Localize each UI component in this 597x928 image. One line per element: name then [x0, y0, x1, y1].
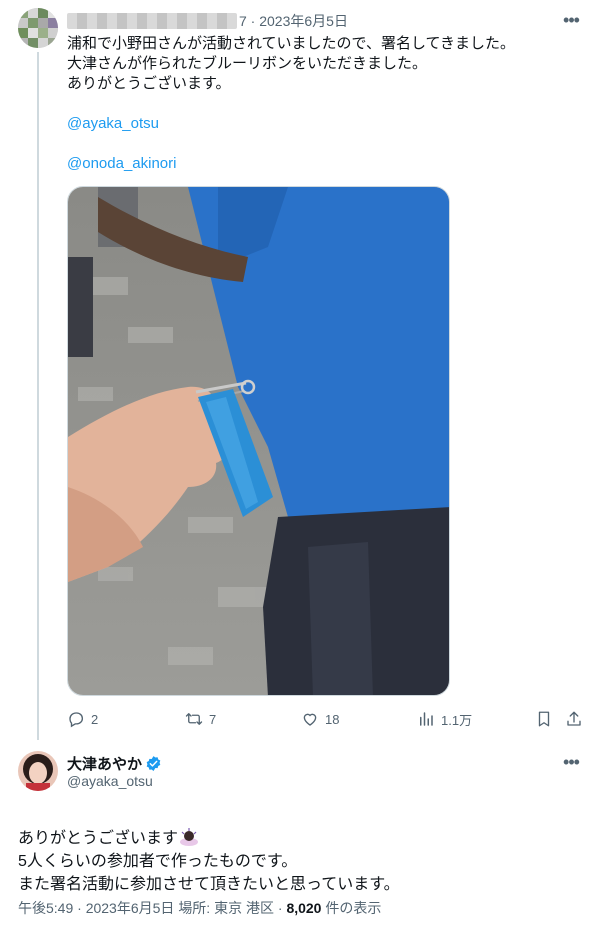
action-bar: 2 7 18 1.1万 [67, 709, 587, 729]
retweet-icon [185, 713, 203, 725]
bookmark-button[interactable] [535, 709, 559, 729]
heart-icon [303, 713, 317, 726]
like-count: 18 [325, 711, 340, 727]
tweet-meta: 7 · 2023年6月5日 [67, 11, 348, 31]
display-name-text: 大津あやか [67, 756, 143, 773]
quoted-tweet: 7 · 2023年6月5日 ••• 浦和で小野田さんが活動されていましたので、署… [0, 0, 597, 740]
bookmark-icon [538, 711, 550, 727]
retweet-button[interactable]: 7 [185, 709, 216, 729]
reply-icon [69, 712, 84, 728]
avatar[interactable] [18, 8, 58, 48]
like-button[interactable]: 18 [301, 709, 339, 729]
main-tweet: 大津あやか @ayaka_otsu ••• ありがとうございます 5人くらいの参… [0, 740, 597, 928]
tweet-date[interactable]: 7 · 2023年6月5日 [239, 11, 348, 31]
more-icon[interactable]: ••• [561, 752, 581, 772]
bowing-person-emoji-icon [180, 828, 199, 846]
analytics-icon [420, 712, 433, 726]
retweet-count: 7 [209, 711, 217, 727]
reply-button[interactable]: 2 [67, 709, 98, 729]
blue-ribbon-photo-icon [68, 187, 449, 695]
tweet-location[interactable]: 場所: 東京 港区 [178, 900, 274, 916]
tweet-text-rest: 5人くらいの参加者で作ったものです。 また署名活動に参加させて頂きたいと思ってい… [18, 853, 400, 893]
avatar[interactable] [18, 751, 58, 791]
mention-link-1[interactable]: @ayaka_otsu [67, 114, 159, 134]
mention-link-2[interactable]: @onoda_akinori [67, 154, 176, 174]
handle[interactable]: @ayaka_otsu [67, 773, 153, 789]
tweet-text: 浦和で小野田さんが活動されていましたので、署名してきました。 大津さんが作られた… [67, 35, 516, 92]
share-button[interactable] [565, 709, 589, 729]
display-name[interactable]: 大津あやか [67, 753, 162, 774]
tweet-date[interactable]: 2023年6月5日 [86, 900, 175, 916]
tweet-footer: 午後5:49 · 2023年6月5日 場所: 東京 港区 · 8,020 件の表… [18, 900, 382, 916]
more-icon[interactable]: ••• [561, 10, 581, 30]
censored-name [67, 13, 237, 29]
views-label: 件の表示 [325, 900, 382, 916]
tweet-time[interactable]: 午後5:49 [18, 900, 73, 916]
views-count: 8,020 [286, 900, 322, 916]
tweet-text-line1: ありがとうございます [18, 830, 179, 847]
reply-count: 2 [91, 711, 99, 727]
verified-badge-icon [146, 756, 161, 771]
views-count: 1.1万 [441, 712, 473, 728]
views-button[interactable]: 1.1万 [417, 709, 472, 729]
tweet-photo[interactable] [67, 186, 450, 696]
share-icon [567, 711, 581, 726]
thread-line [37, 52, 39, 740]
